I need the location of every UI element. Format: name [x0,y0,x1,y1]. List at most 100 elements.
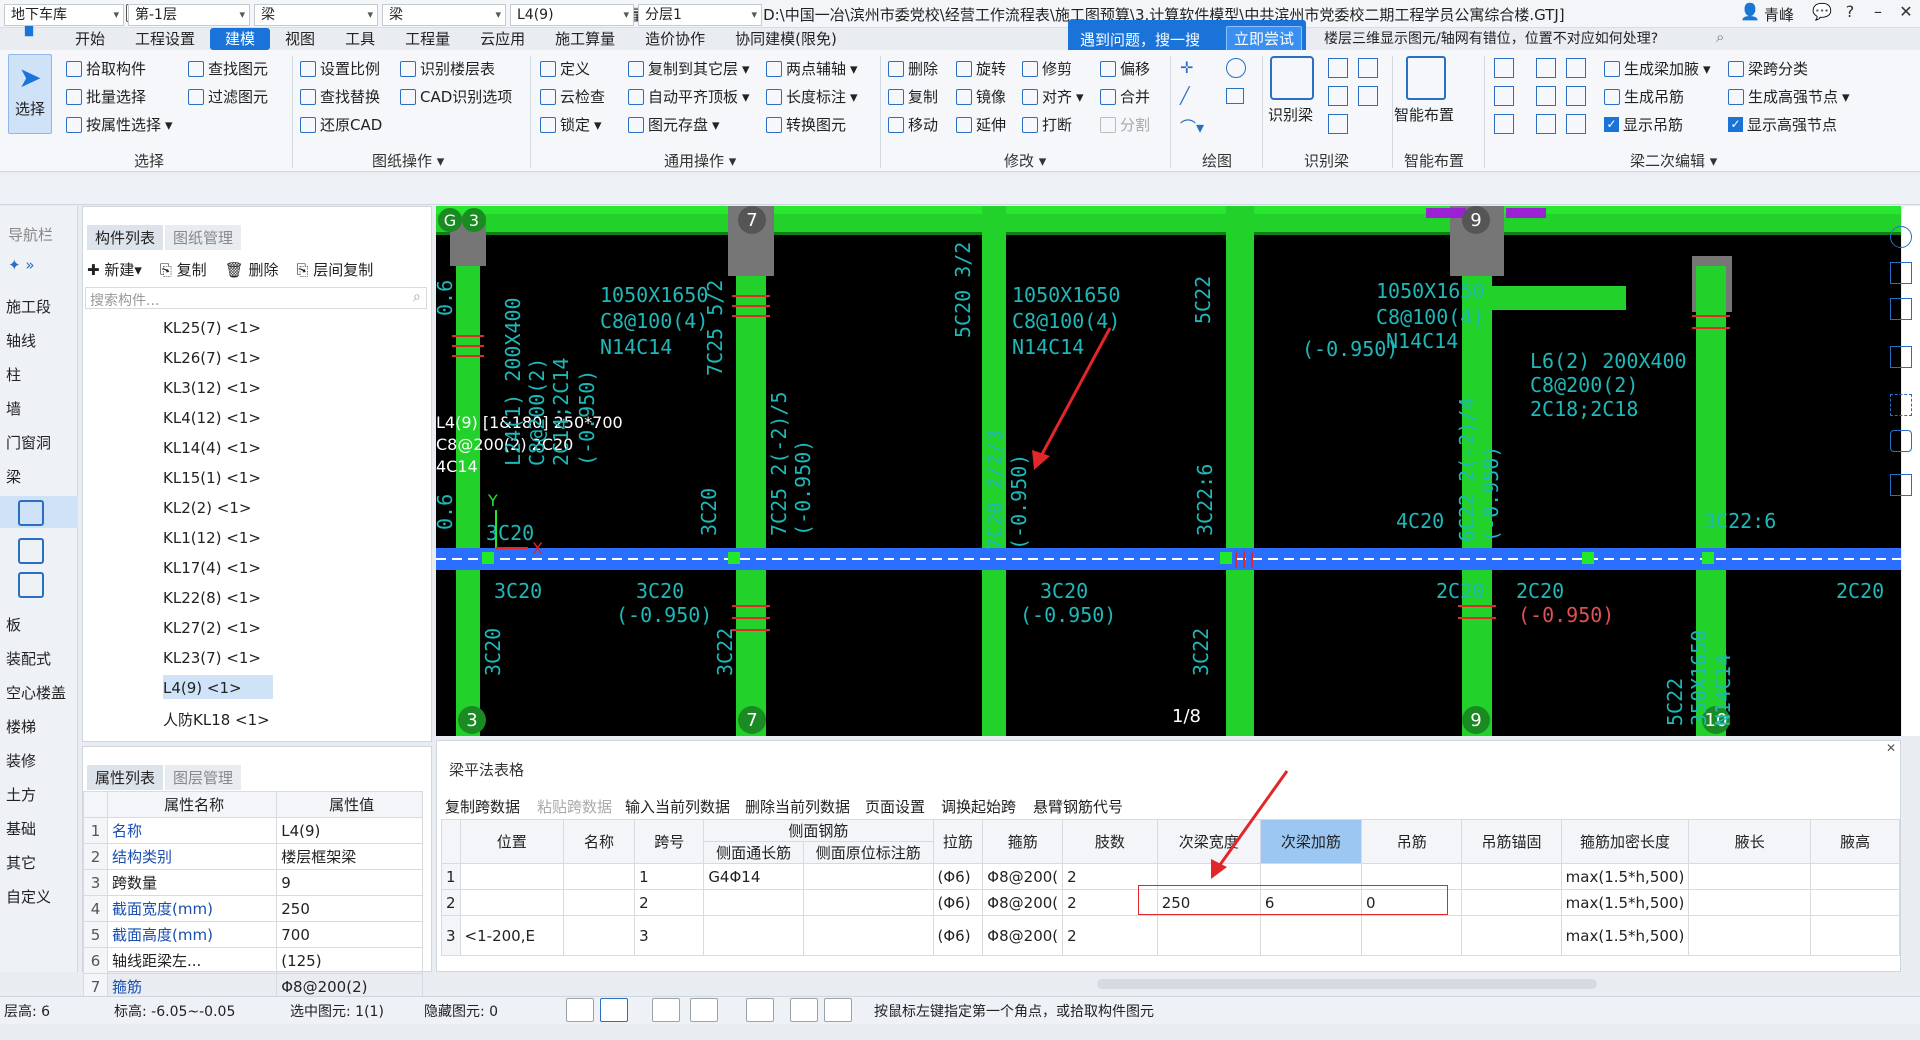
component-item[interactable]: KL1(12) <1> [163,529,261,547]
beam-tool-icon[interactable] [18,538,44,564]
offset-button[interactable]: 偏移 [1100,58,1150,79]
tab-1[interactable]: 工程设置 [120,28,210,50]
tab-4[interactable]: 工具 [330,28,390,50]
cloud-check-button[interactable]: 云检查 [540,86,605,107]
find-replace-button[interactable]: 查找替换 [300,86,380,107]
beam-tool-icon[interactable] [1358,86,1378,106]
help-search-input[interactable]: 楼层三维显示图元/轴网有错位，位置不对应如何处理? [1324,28,1724,48]
set-scale-button[interactable]: 设置比例 [300,58,380,79]
component-search-input[interactable]: 搜索构件... [85,287,427,309]
nav-item-2[interactable]: 柱 [6,364,21,385]
define-button[interactable]: 定义 [540,58,590,79]
show-hanger-checkbox[interactable]: ✓ 显示吊筋 [1604,114,1683,135]
component-item[interactable]: KL22(8) <1> [163,589,261,607]
select-button[interactable]: ➤ 选择 [8,54,52,134]
merge-button[interactable]: 合并 [1100,86,1150,107]
length-dimension-button[interactable]: 长度标注 ▾ [766,86,858,107]
list-view-icon[interactable] [1890,474,1912,496]
nav-item-7[interactable]: 装配式 [6,648,51,669]
beam-edit-icon[interactable] [1494,114,1514,134]
circle-draw-icon[interactable] [1226,58,1246,78]
rotate-button[interactable]: 旋转 [956,58,1006,79]
generate-haunch-button[interactable]: 生成梁加腋 ▾ [1604,58,1711,79]
generate-hanger-button[interactable]: 生成吊筋 [1604,86,1684,107]
beam-edit-icon[interactable] [1494,86,1514,106]
beam-edit-icon[interactable] [1566,86,1586,106]
snap-toggle-icon[interactable] [600,998,628,1022]
property-row[interactable]: 3 跨数量 9 [83,869,423,896]
filter-element-button[interactable]: 过滤图元 [188,86,268,107]
move-button[interactable]: 移动 [888,114,938,135]
nav-item-12[interactable]: 基础 [6,818,36,839]
split-button[interactable]: 分割 [1100,114,1150,135]
component-item[interactable]: KL15(1) <1> [163,469,261,487]
delete-button[interactable]: 删除 [888,58,938,79]
mirror-button[interactable]: 镜像 [956,86,1006,107]
trim-button[interactable]: 修剪 [1022,58,1072,79]
property-row[interactable]: 4 截面宽度(mm) 250 [83,895,423,922]
2d-view-icon[interactable] [1890,298,1912,320]
select-by-attribute-button[interactable]: 按属性选择 ▾ [66,114,173,135]
tab-6[interactable]: 云应用 [465,28,540,50]
find-element-button[interactable]: 查找图元 [188,58,268,79]
beam-edit-icon[interactable] [1566,58,1586,78]
component-item[interactable]: KL23(7) <1> [163,649,261,667]
rect-draw-icon[interactable] [1226,88,1244,104]
category-select[interactable]: 梁 [254,4,378,26]
chat-icon[interactable]: 💬 [1808,2,1836,24]
floor-select[interactable]: 第-1层 [128,4,250,26]
property-row[interactable]: 1 名称 L4(9) [83,817,423,844]
nav-item-9[interactable]: 楼梯 [6,716,36,737]
nav-item-14[interactable]: 自定义 [6,886,51,907]
cad-drawing[interactable]: G 3 7 9 3 7 9 10 1050X1650 C8@100(4) N14… [436,206,1901,736]
tab-7[interactable]: 施工算量 [540,28,630,50]
help-icon[interactable]: ? [1836,2,1864,24]
component-item[interactable]: KL27(2) <1> [163,619,261,637]
property-row[interactable]: 2 结构类别 楼层框架梁 [83,843,423,870]
span-classify-button[interactable]: 梁跨分类 [1728,58,1808,79]
break-button[interactable]: 打断 [1022,114,1072,135]
search-icon[interactable]: ⌕ [1716,28,1724,46]
display-icon[interactable] [1890,430,1912,452]
beam-edit-icon[interactable] [1494,58,1514,78]
beam-icon[interactable] [18,500,44,526]
type-select[interactable]: 梁 [382,4,506,26]
table-row[interactable]: 3 <1-200,E 3 (Φ6) Φ8@200(2 max(1.5*h,500) [441,915,1900,956]
beam-tool-icon[interactable] [18,572,44,598]
nav-item-5[interactable]: 梁 [6,466,21,487]
delete-component-button[interactable]: 🗑 删除 [225,259,279,280]
component-item[interactable]: KL4(12) <1> [163,409,261,427]
nav-item-0[interactable]: 施工段 [6,296,51,317]
beam-tool-icon[interactable] [1358,58,1378,78]
component-select[interactable]: L4(9) [510,4,634,26]
nav-item-10[interactable]: 装修 [6,750,36,771]
point-draw-icon[interactable]: ✛ [1180,58,1200,78]
tab-component-list[interactable]: 构件列表 [87,225,164,250]
tab-layer-manage[interactable]: 图层管理 [165,765,242,790]
copy-span-button[interactable]: 复制跨数据 [445,796,520,817]
tab-5[interactable]: 工程量 [390,28,465,50]
component-item[interactable]: L4(9) <1> [163,679,242,697]
property-row[interactable]: 5 截面高度(mm) 700 [83,921,423,948]
generate-node-button[interactable]: 生成高强节点 ▾ [1728,86,1850,107]
arc-draw-icon[interactable]: ⌒▾ [1180,114,1204,138]
cad-options-button[interactable]: CAD识别选项 [400,86,512,107]
close-icon[interactable]: ✕ [1886,741,1896,755]
copy-component-button[interactable]: ⎘ 复制 [160,259,207,280]
building-select[interactable]: 地下车库 [4,4,124,26]
extend-button[interactable]: 延伸 [956,114,1006,135]
copy-to-layer-button[interactable]: 复制到其它层 ▾ [628,58,750,79]
user-avatar[interactable]: 👤 [1736,2,1764,24]
paste-span-button[interactable]: 粘贴跨数据 [537,796,612,817]
auto-align-top-button[interactable]: 自动平齐顶板 ▾ [628,86,750,107]
identify-beam-label[interactable]: 识别梁 [1268,104,1313,125]
horizontal-scrollbar[interactable] [1097,979,1597,989]
nav-item-13[interactable]: 其它 [6,852,36,873]
tab-2[interactable]: 建模 [210,28,271,50]
display-toggle-icon[interactable] [790,998,818,1022]
identify-floor-table-button[interactable]: 识别楼层表 [400,58,495,79]
copy-button[interactable]: 复制 [888,86,938,107]
swap-start-button[interactable]: 调换起始跨 [941,796,1016,817]
nav-item-4[interactable]: 门窗洞 [6,432,51,453]
drawing-canvas[interactable]: G 3 7 9 3 7 9 10 1050X1650 C8@100(4) N14… [436,206,1901,736]
